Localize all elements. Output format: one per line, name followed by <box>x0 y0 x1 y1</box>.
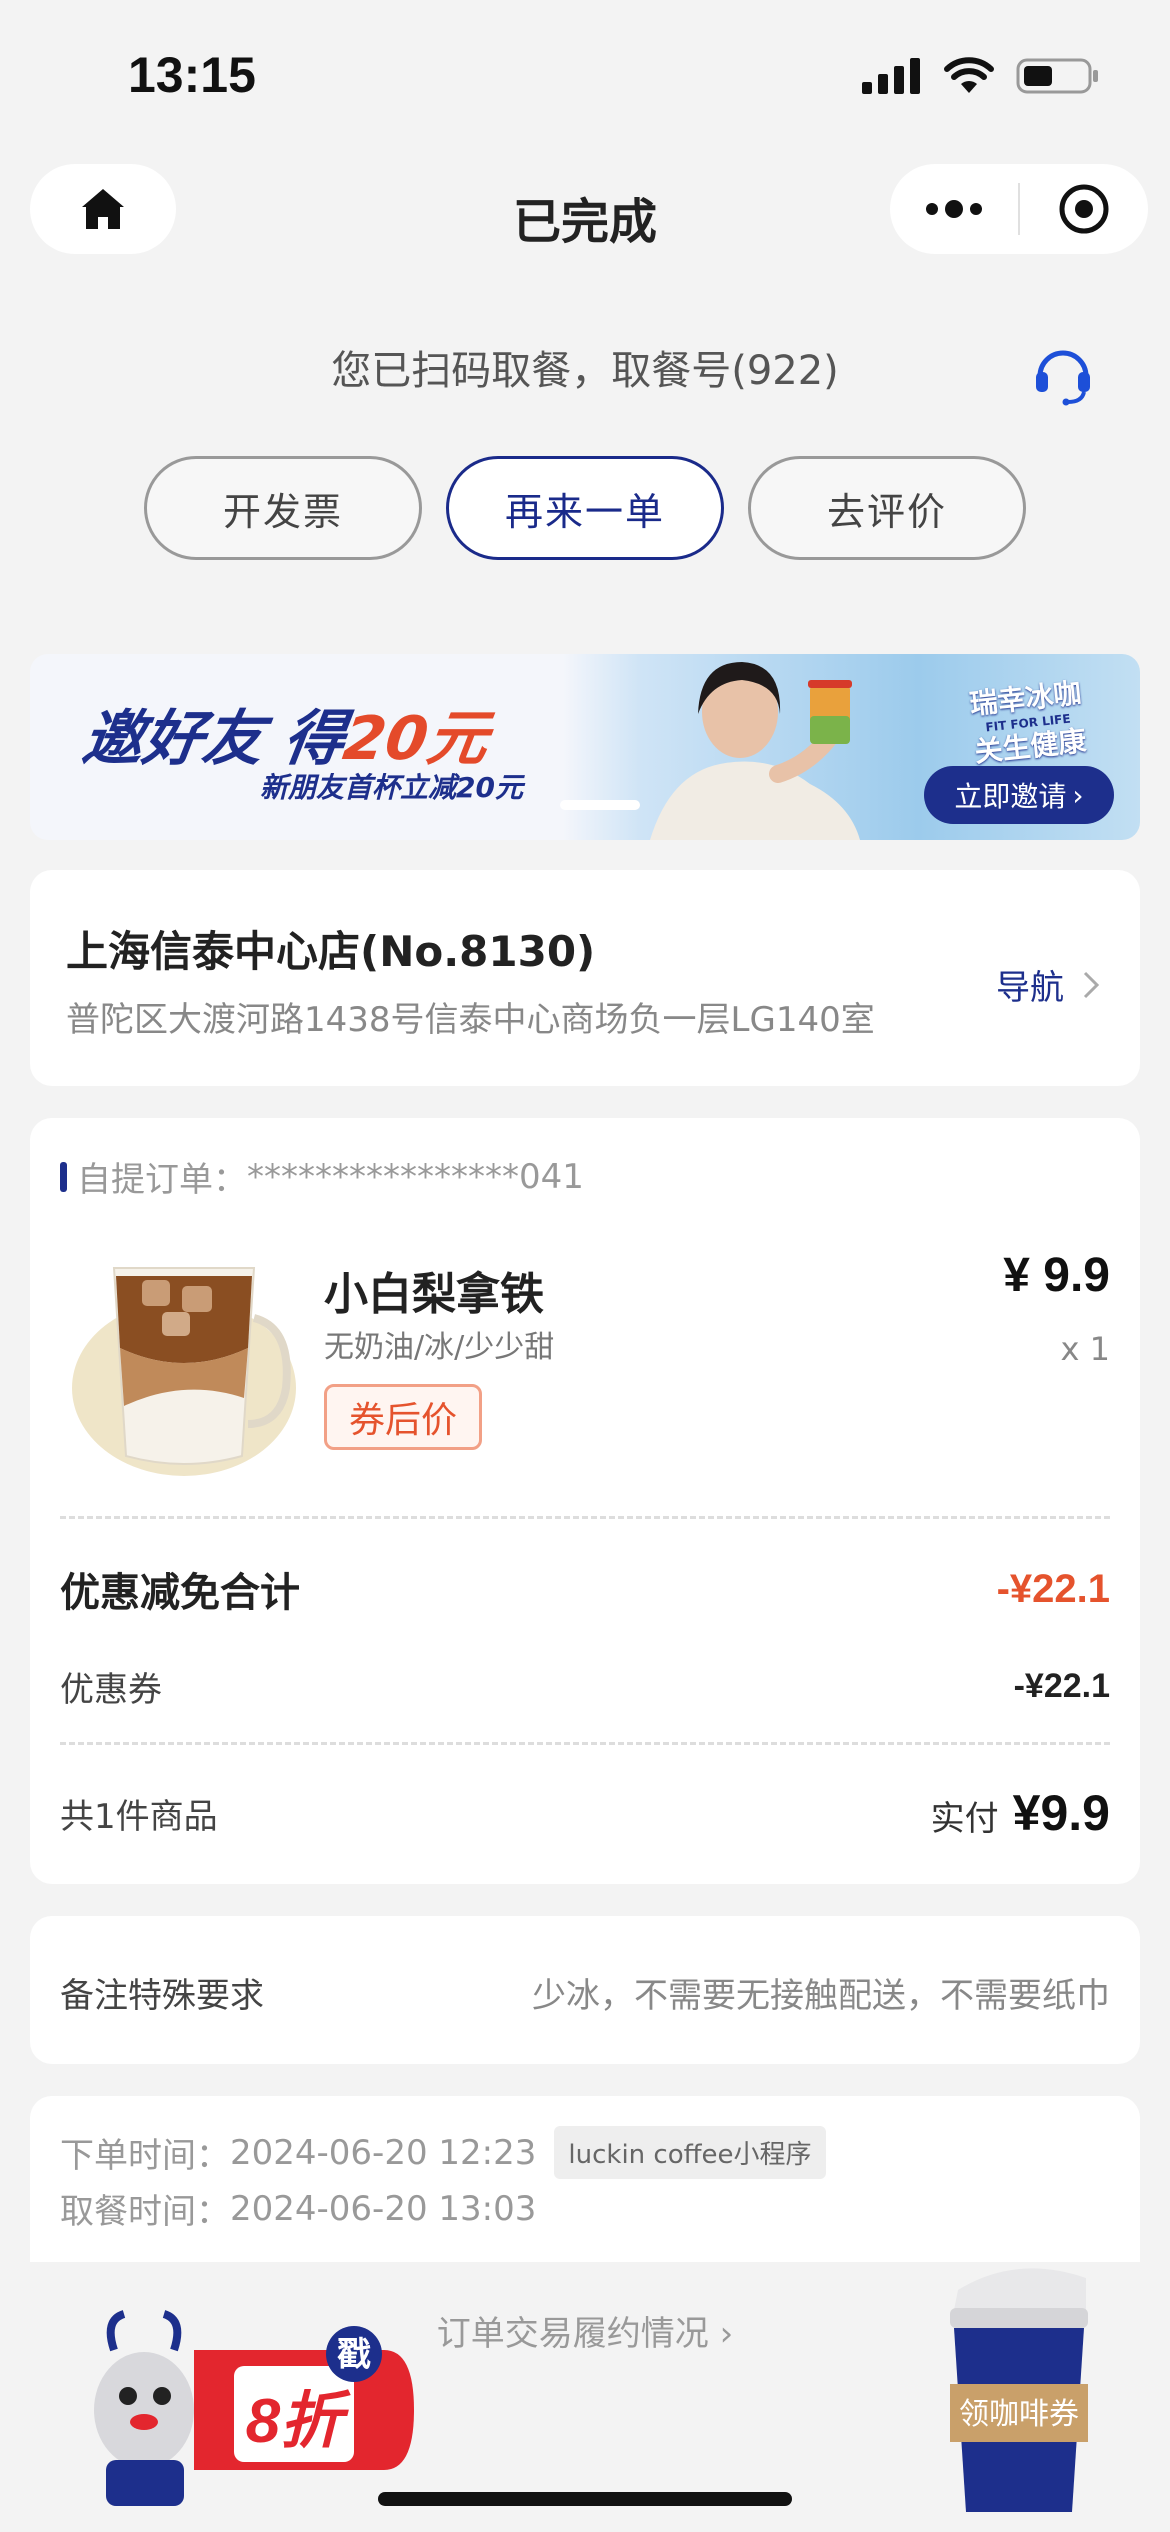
nav-bar: 已完成 <box>0 160 1170 270</box>
divider <box>60 1516 1110 1519</box>
paid-amount-group: 实付 ¥9.9 <box>931 1784 1110 1842</box>
paid-amount: ¥9.9 <box>1012 1785 1110 1841</box>
product-name: 小白梨拿铁 <box>324 1269 544 1320</box>
pickup-time-label: 取餐时间： <box>60 2192 230 2232</box>
order-actions: 开发票 再来一单 去评价 <box>0 456 1170 560</box>
discount-total-row: 优惠减免合计 -¥22.1 <box>60 1560 1110 1618</box>
discount-total-value: -¥22.1 <box>996 1566 1110 1611</box>
order-time-card: 下单时间： 2024-06-20 12:23 luckin coffee小程序 … <box>30 2096 1140 2262</box>
promo-right-text: 领咖啡券 <box>959 2397 1079 2432</box>
mini-program-capsule <box>890 164 1148 254</box>
invoice-button[interactable]: 开发票 <box>144 456 422 560</box>
order-card: 自提订单： ****************041 小白梨拿铁 无奶油/冰/少少… <box>30 1118 1140 1884</box>
invite-button[interactable]: 立即邀请 › <box>924 766 1114 824</box>
paid-label: 实付 <box>930 1799 999 1839</box>
item-count-label: 共1件商品 <box>60 1796 218 1837</box>
order-number: ****************041 <box>247 1156 584 1197</box>
more-button[interactable] <box>890 164 1018 254</box>
coupon-price-tag: 券后价 <box>324 1384 482 1450</box>
discount-total-label: 优惠减免合计 <box>60 1570 300 1616</box>
order-header-accent <box>60 1161 67 1192</box>
signal-icon <box>862 58 920 94</box>
banner-brand: 瑞幸冰咖 FIT FOR LIFE 关生健康 <box>968 676 1088 769</box>
home-indicator <box>378 2492 792 2506</box>
pickup-message: 您已扫码取餐，取餐号(922) <box>331 348 839 394</box>
pickup-time-row: 取餐时间： 2024-06-20 13:03 <box>60 2184 536 2233</box>
order-time-row: 下单时间： 2024-06-20 12:23 luckin coffee小程序 <box>60 2126 826 2179</box>
close-button[interactable] <box>1020 164 1148 254</box>
promo-left-text: 8折 <box>246 2387 351 2456</box>
banner-title-prefix: 邀好友 得 <box>78 704 350 774</box>
promo-left-badge: 戳 <box>337 2335 371 2375</box>
coffee-coupon-widget[interactable]: 领咖啡券 <box>936 2250 1096 2520</box>
coupon-value: -¥22.1 <box>1013 1667 1110 1705</box>
order-type-label: 自提订单： <box>77 1160 247 1200</box>
order-source-badge: luckin coffee小程序 <box>554 2126 826 2179</box>
reorder-button[interactable]: 再来一单 <box>446 456 724 560</box>
remark-label: 备注特殊要求 <box>60 1976 264 2016</box>
product-price: ¥ 9.9 <box>1003 1249 1110 1302</box>
remark-card: 备注特殊要求 少冰，不需要无接触配送，不需要纸巾 <box>30 1916 1140 2064</box>
battery-icon <box>1016 58 1098 94</box>
pickup-time-value: 2024-06-20 13:03 <box>230 2188 537 2229</box>
discount-promo-widget[interactable]: 8折 戳 <box>84 2310 424 2510</box>
banner-title-amount: 20元 <box>339 704 493 774</box>
invite-banner[interactable]: 邀好友 得20元 新朋友首杯立减20元 瑞幸冰咖 FIT FOR LIFE 关生… <box>30 654 1140 840</box>
order-time-value: 2024-06-20 12:23 <box>230 2132 537 2173</box>
order-time-label: 下单时间： <box>60 2136 230 2176</box>
store-address: 普陀区大渡河路1438号信泰中心商场负一层LG140室 <box>66 1000 875 1040</box>
product-quantity: x 1 <box>1060 1330 1110 1368</box>
store-name: 上海信泰中心店(No.8130) <box>66 927 596 976</box>
status-bar: 13:15 <box>0 0 1170 150</box>
product-image <box>72 1267 296 1476</box>
store-card: 上海信泰中心店(No.8130) 普陀区大渡河路1438号信泰中心商场负一层LG… <box>30 870 1140 1086</box>
review-button[interactable]: 去评价 <box>748 456 1026 560</box>
chevron-right-icon: › <box>1072 778 1084 812</box>
coupon-label: 优惠券 <box>60 1670 162 1710</box>
status-icons <box>862 56 1100 96</box>
invite-button-label: 立即邀请 <box>954 780 1067 813</box>
target-icon <box>1059 184 1109 234</box>
headset-icon[interactable] <box>1030 340 1096 406</box>
transaction-status-label: 订单交易履约情况 <box>436 2314 709 2354</box>
banner-title: 邀好友 得20元 <box>78 690 495 777</box>
product-spec: 无奶油/冰/少少甜 <box>324 1330 555 1365</box>
total-row: 共1件商品 实付 ¥9.9 <box>60 1784 1110 1842</box>
chevron-right-icon: › <box>719 2314 734 2354</box>
more-icon <box>926 200 982 218</box>
navigate-label: 导航 <box>996 968 1064 1008</box>
chevron-right-icon <box>1083 971 1100 998</box>
divider <box>60 1742 1110 1745</box>
store-navigate-link[interactable]: 导航 <box>996 960 1100 1009</box>
wifi-icon <box>944 57 994 93</box>
banner-model-image <box>650 662 860 840</box>
coupon-row: 优惠券 -¥22.1 <box>60 1662 1110 1711</box>
banner-subtitle: 新朋友首杯立减20元 <box>260 771 523 804</box>
remark-value: 少冰，不需要无接触配送，不需要纸巾 <box>532 1976 1110 2016</box>
status-time: 13:15 <box>128 47 256 103</box>
order-header: 自提订单： ****************041 <box>60 1152 584 1201</box>
